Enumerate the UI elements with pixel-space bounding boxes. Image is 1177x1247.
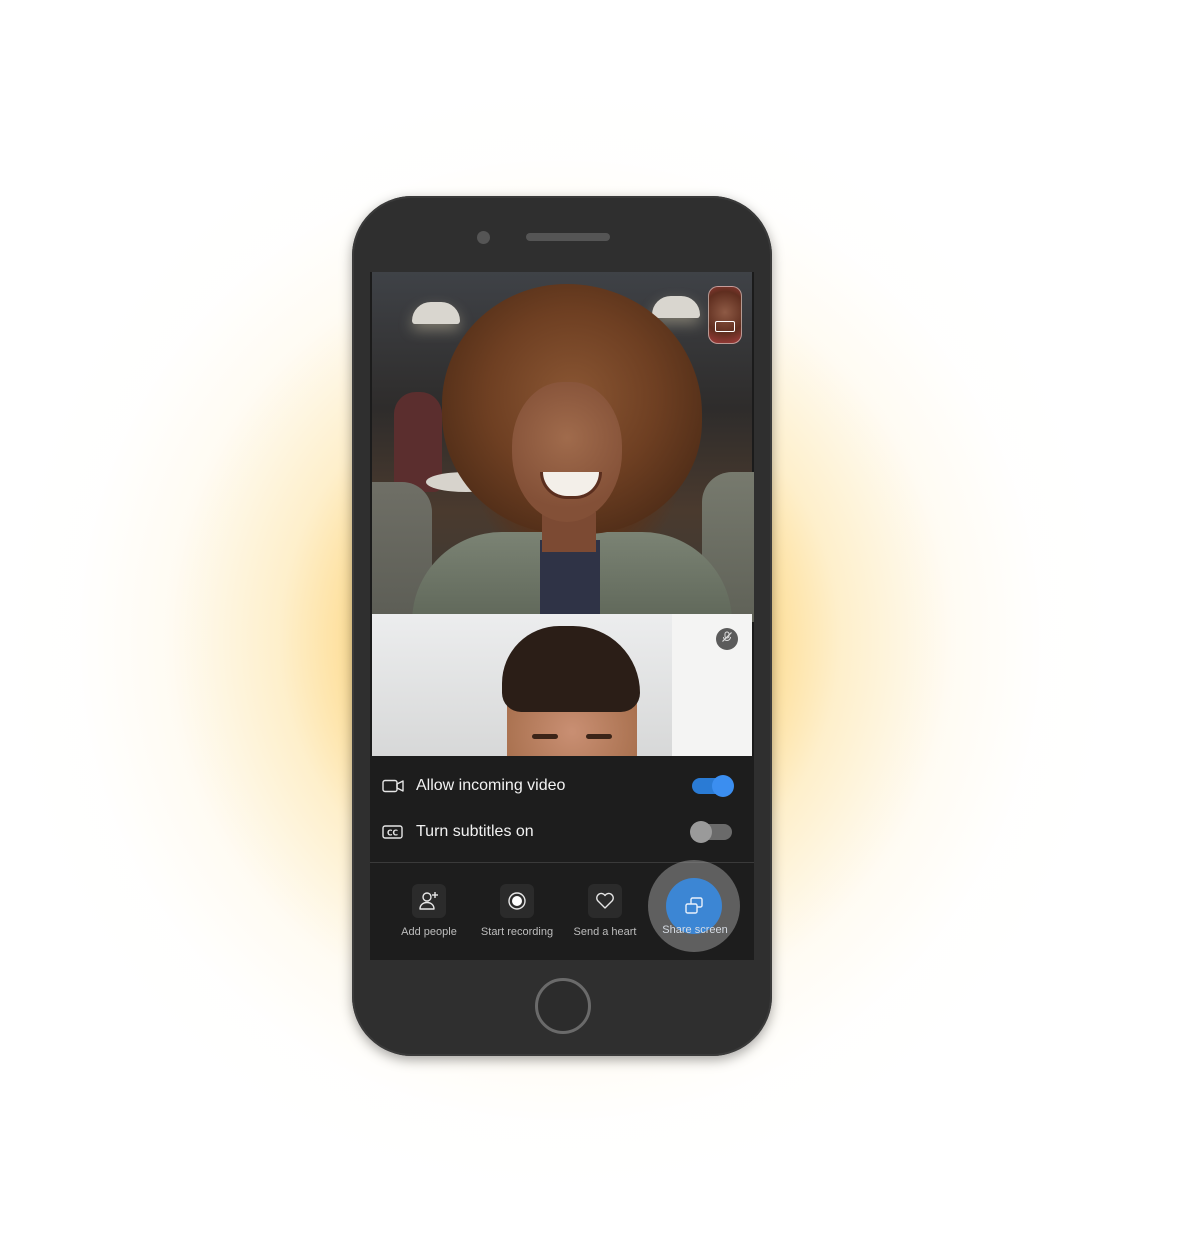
microphone-muted-icon (722, 631, 732, 642)
allow-incoming-video-toggle[interactable] (692, 775, 734, 797)
front-camera (477, 231, 490, 244)
participant-eye (532, 734, 558, 739)
background-lamp (652, 296, 700, 318)
add-people-button[interactable]: Add people (386, 884, 472, 938)
home-button[interactable] (535, 978, 591, 1034)
start-recording-button[interactable]: Start recording (474, 884, 560, 938)
heart-icon (588, 884, 622, 918)
toggle-knob (712, 775, 734, 797)
start-recording-label: Start recording (480, 926, 554, 938)
subtitles-row[interactable]: CC Turn subtitles on (382, 817, 742, 847)
add-people-label: Add people (401, 926, 457, 938)
svg-text:CC: CC (387, 828, 399, 837)
participant-hair (502, 626, 640, 712)
phone-screen: Allow incoming video CC Turn subtitles o… (370, 272, 754, 960)
background-glow: Allow incoming video CC Turn subtitles o… (0, 0, 1177, 1247)
subtitles-label: Turn subtitles on (416, 823, 534, 840)
record-icon (500, 884, 534, 918)
video-camera-icon (382, 778, 404, 794)
main-video-feed (372, 272, 754, 622)
participant-shirt (540, 540, 600, 620)
second-video-feed (372, 614, 752, 770)
add-person-icon (412, 884, 446, 918)
send-heart-label: Send a heart (573, 926, 637, 938)
subtitles-toggle[interactable] (690, 821, 732, 843)
send-heart-button[interactable]: Send a heart (562, 884, 648, 938)
participant-eye (586, 734, 612, 739)
call-options-panel: Allow incoming video CC Turn subtitles o… (370, 756, 754, 960)
switch-camera-icon[interactable] (715, 321, 735, 332)
allow-incoming-video-row[interactable]: Allow incoming video (382, 771, 742, 801)
closed-captions-icon: CC (382, 824, 404, 840)
microphone-muted-icon[interactable] (716, 628, 738, 650)
toggle-knob (690, 821, 712, 843)
phone-device: Allow incoming video CC Turn subtitles o… (352, 196, 772, 1056)
background-lamp (412, 302, 460, 324)
background-wall (672, 614, 752, 756)
earpiece-speaker (526, 233, 610, 241)
participant-face (512, 382, 622, 522)
self-view-thumbnail[interactable] (708, 286, 742, 344)
share-screen-label[interactable]: Share screen (651, 924, 739, 936)
allow-incoming-video-label: Allow incoming video (416, 777, 566, 794)
share-screen-icon (685, 897, 703, 914)
